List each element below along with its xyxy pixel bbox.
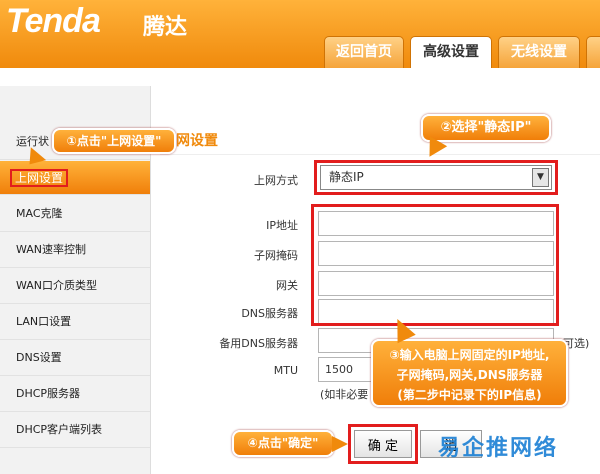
sidebar-item-dns[interactable]: DNS设置 (0, 340, 150, 376)
sidebar-item-label: DHCP服务器 (16, 387, 81, 400)
page-title: 网设置 (176, 133, 218, 149)
tab-wireless-settings[interactable]: 无线设置 (498, 36, 580, 68)
callout-step4: ④点击"确定" (232, 430, 334, 457)
sidebar-item-label: 运行状 (16, 135, 49, 148)
sidebar-item-label: LAN口设置 (16, 315, 72, 328)
callout-step3-line1: ③输入电脑上网固定的IP地址, (389, 348, 550, 362)
sidebar-item-label: WAN口介质类型 (16, 279, 98, 292)
tab-advanced-settings[interactable]: 高级设置 (410, 36, 492, 68)
ip-address-label: IP地址 (266, 219, 298, 232)
sidebar-item-dhcp-server[interactable]: DHCP服务器 (0, 376, 150, 412)
mtu-field[interactable]: 1500 (318, 357, 378, 382)
callout-step3-line3: (第二步中记录下的IP信息) (397, 388, 542, 402)
mtu-label: MTU (273, 364, 298, 377)
tab-more[interactable] (586, 36, 600, 68)
callout-step1: ①点击"上网设置" (52, 128, 176, 154)
callout-step3-line2: 子网掩码,网关,DNS服务器 (396, 368, 543, 382)
header-bar: Tenda 腾达 返回首页 高级设置 无线设置 (0, 0, 600, 68)
connection-type-label: 上网方式 (254, 174, 298, 187)
sidebar-item-wan-medium[interactable]: WAN口介质类型 (0, 268, 150, 304)
sidebar-item-label: WAN速率控制 (16, 243, 87, 256)
highlight-box-fields (311, 204, 559, 326)
tenda-logo-cn: 腾达 (143, 15, 188, 40)
sidebar-item-wan-speed[interactable]: WAN速率控制 (0, 232, 150, 268)
tenda-logo: Tenda (6, 2, 101, 40)
sidebar-item-label: MAC克隆 (16, 207, 63, 220)
gateway-label: 网关 (276, 279, 298, 292)
tab-home[interactable]: 返回首页 (324, 36, 404, 68)
callout-step4-tail (332, 436, 348, 452)
mtu-note: (如非必要 (320, 388, 369, 401)
header-divider (0, 68, 600, 86)
sidebar-item-label: 上网设置 (10, 169, 69, 187)
sidebar-item-label: DHCP客户端列表 (16, 423, 103, 436)
sidebar-item-dhcp-clients[interactable]: DHCP客户端列表 (0, 412, 150, 448)
sidebar-item-internet-settings[interactable]: 上网设置 (0, 161, 150, 195)
callout-step2: ②选择"静态IP" (421, 114, 551, 142)
backup-dns-label: 备用DNS服务器 (219, 337, 298, 350)
callout-step3: ③输入电脑上网固定的IP地址, 子网掩码,网关,DNS服务器 (第二步中记录下的… (371, 339, 568, 407)
sidebar-item-mac-clone[interactable]: MAC克隆 (0, 196, 150, 232)
highlight-box-confirm (348, 424, 418, 464)
subnet-mask-label: 子网掩码 (254, 249, 298, 262)
sidebar-item-label: DNS设置 (16, 351, 62, 364)
title-divider (160, 154, 600, 155)
sidebar-item-lan[interactable]: LAN口设置 (0, 304, 150, 340)
watermark: 易企推网络 (438, 436, 559, 461)
dns-server-label: DNS服务器 (241, 307, 298, 320)
highlight-box-select (314, 160, 558, 195)
